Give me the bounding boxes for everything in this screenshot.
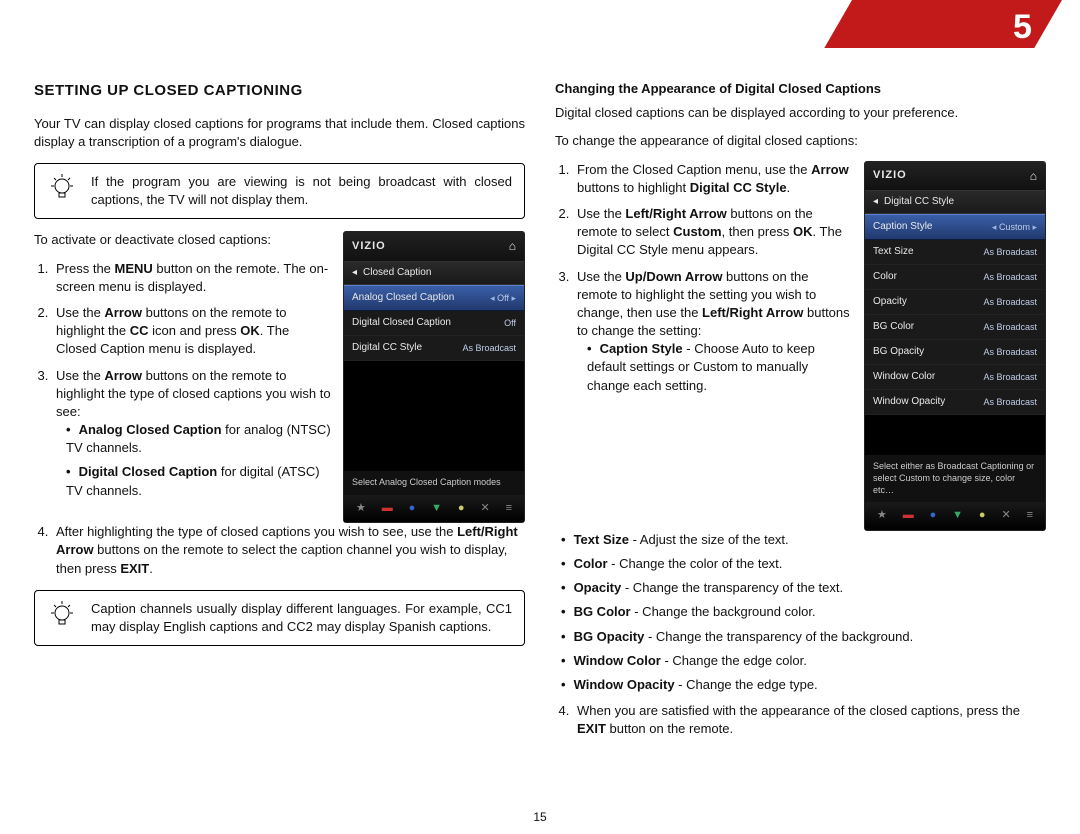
star-icon: ★ (356, 501, 366, 516)
tip-box: If the program you are viewing is not be… (34, 163, 525, 219)
tv-hint: Select either as Broadcast Captioning or… (865, 455, 1045, 502)
intro-paragraph: Your TV can display closed captions for … (34, 115, 525, 151)
bullet-digital: Digital Closed Caption for digital (ATSC… (62, 463, 331, 499)
tv-row: Window OpacityAs Broadcast (865, 390, 1045, 415)
home-icon: ⌂ (1030, 168, 1037, 185)
bullet-opacity: Opacity - Change the transparency of the… (561, 579, 1046, 597)
step-3: Use the Up/Down Arrow buttons on the rem… (573, 268, 852, 395)
step-2: Use the Left/Right Arrow buttons on the … (573, 205, 852, 260)
tv-footer-icons: ★ ▬●▼● ✕ ≡ (344, 495, 524, 522)
step-3: Use the Arrow buttons on the remote to h… (52, 367, 331, 500)
tv-row: Analog Closed Caption ◂ Off ▸ (344, 285, 524, 311)
section-heading: SETTING UP CLOSED CAPTIONING (34, 80, 525, 101)
step-4: After highlighting the type of closed ca… (52, 523, 525, 578)
intro-paragraph: Digital closed captions can be displayed… (555, 104, 1046, 122)
right-column: Changing the Appearance of Digital Close… (555, 80, 1046, 804)
page-number: 15 (0, 809, 1080, 826)
tv-row: Digital Closed Caption Off (344, 311, 524, 336)
lead-text: To activate or deactivate closed caption… (34, 231, 331, 249)
tv-row: Text SizeAs Broadcast (865, 240, 1045, 265)
back-icon: ◂ (873, 195, 878, 209)
tv-row: ColorAs Broadcast (865, 265, 1045, 290)
tv-menu-title: ◂ Closed Caption (344, 262, 524, 285)
tv-row: Window ColorAs Broadcast (865, 365, 1045, 390)
x-icon: ✕ (480, 501, 489, 516)
tv-row: Caption Style ◂ Custom ▸ (865, 214, 1045, 240)
bullet-color: Color - Change the color of the text. (561, 555, 1046, 573)
tip-text: Caption channels usually display differe… (91, 600, 512, 636)
tv-screenshot-digital-cc-style: VIZIO ⌂ ◂ Digital CC Style Caption Style… (864, 161, 1046, 531)
tv-logo: VIZIO (352, 239, 386, 254)
home-icon: ⌂ (509, 238, 516, 255)
lightbulb-icon (47, 599, 77, 637)
chapter-tab: 5 (824, 0, 1062, 48)
tv-footer-icons: ★ ▬●▼● ✕ ≡ (865, 502, 1045, 529)
tv-screenshot-closed-caption: VIZIO ⌂ ◂ Closed Caption Analog Closed C… (343, 231, 525, 523)
tv-row: BG ColorAs Broadcast (865, 315, 1045, 340)
tv-row: Digital CC Style As Broadcast (344, 336, 524, 361)
bullet-bg-opacity: BG Opacity - Change the transparency of … (561, 628, 1046, 646)
star-icon: ★ (877, 508, 887, 523)
tip-text: If the program you are viewing is not be… (91, 173, 512, 209)
step-4: When you are satisfied with the appearan… (573, 702, 1046, 738)
step-1: Press the MENU button on the remote. The… (52, 260, 331, 296)
back-icon: ◂ (352, 266, 357, 280)
left-column: SETTING UP CLOSED CAPTIONING Your TV can… (34, 80, 525, 804)
x-icon: ✕ (1001, 508, 1010, 523)
tv-row: BG OpacityAs Broadcast (865, 340, 1045, 365)
lead-text: To change the appearance of digital clos… (555, 132, 1046, 150)
bullet-window-opacity: Window Opacity - Change the edge type. (561, 676, 1046, 694)
tv-row: OpacityAs Broadcast (865, 290, 1045, 315)
tv-menu-title: ◂ Digital CC Style (865, 191, 1045, 214)
bullet-window-color: Window Color - Change the edge color. (561, 652, 1046, 670)
bullet-analog: Analog Closed Caption for analog (NTSC) … (62, 421, 331, 457)
tip-box: Caption channels usually display differe… (34, 590, 525, 646)
tv-logo: VIZIO (873, 168, 907, 183)
bullet-text-size: Text Size - Adjust the size of the text. (561, 531, 1046, 549)
bullet-bg-color: BG Color - Change the background color. (561, 603, 1046, 621)
subheading: Changing the Appearance of Digital Close… (555, 80, 1046, 98)
bullet-caption-style: Caption Style - Choose Auto to keep defa… (583, 340, 852, 395)
step-2: Use the Arrow buttons on the remote to h… (52, 304, 331, 359)
tv-hint: Select Analog Closed Caption modes (344, 471, 524, 495)
lightbulb-icon (47, 172, 77, 210)
step-1: From the Closed Caption menu, use the Ar… (573, 161, 852, 197)
